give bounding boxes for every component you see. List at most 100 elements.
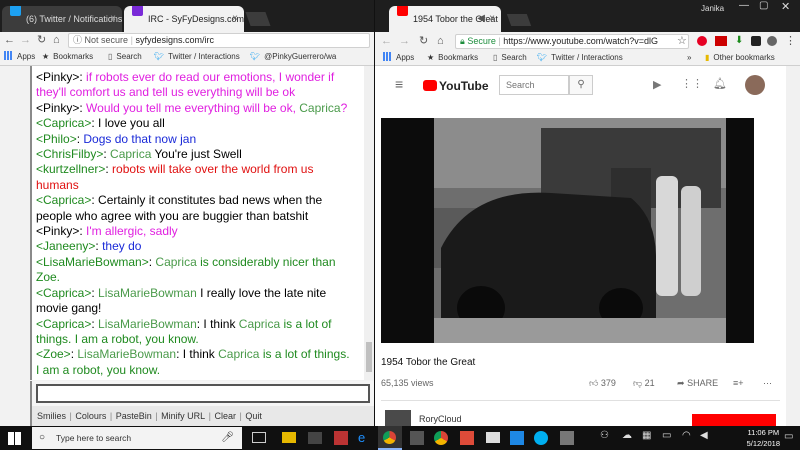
channel-avatar[interactable] (385, 410, 411, 426)
chrome-taskbar-button[interactable] (378, 426, 402, 450)
taskbar-app-icon[interactable] (510, 431, 524, 445)
chat-log: <Pinky>: if robots ever do read our emot… (30, 66, 364, 380)
home-icon[interactable]: ⌂ (53, 32, 60, 48)
avatar[interactable] (745, 75, 765, 95)
more-bookmarks-chevron-icon[interactable]: » (687, 52, 691, 64)
clock-time: 11:06 PM (747, 428, 780, 437)
home-icon[interactable]: ⌂ (437, 33, 444, 49)
chat-scrollbar[interactable] (364, 66, 374, 380)
youtube-logo-icon[interactable] (423, 80, 437, 91)
people-icon[interactable]: ⚇ (600, 430, 609, 450)
forward-arrow-icon[interactable]: → (20, 32, 31, 48)
tab-twitter-notifications[interactable]: (6) Twitter / Notifications × (2, 6, 122, 32)
volume-icon[interactable]: ◀︎ (700, 430, 708, 450)
chat-message: <Pinky>: if robots ever do read our emot… (36, 70, 356, 101)
new-tab-button[interactable] (506, 14, 532, 26)
subscribe-button[interactable] (692, 414, 776, 426)
bookmark-star-icon[interactable]: ☆ (677, 33, 687, 49)
taskbar-app-icon[interactable] (560, 431, 574, 445)
close-window-icon[interactable]: ✕ (781, 0, 790, 13)
minify-url-link[interactable]: Minify URL (161, 411, 205, 421)
dark-extension-icon[interactable] (751, 36, 761, 46)
like-button[interactable]: 👍︎ 379 (589, 378, 616, 389)
bookmark-pinkyguerrero[interactable]: 🐦︎ @PinkyGuerrero/wa (250, 51, 336, 63)
chrome-icon[interactable] (434, 431, 448, 445)
colours-link[interactable]: Colours (75, 411, 106, 421)
notifications-icon[interactable]: ▭ (784, 431, 793, 450)
search-icon[interactable]: ⚲ (569, 75, 593, 95)
chat-message: <Pinky>: I'm allergic, sadly (36, 224, 356, 239)
back-arrow-icon[interactable]: ← (4, 32, 15, 48)
extension-icon[interactable] (767, 36, 777, 46)
minimize-icon[interactable]: — (739, 0, 749, 11)
address-bar[interactable]: ⓘ Not secure | syfydesigns.com/irc (68, 33, 370, 48)
microphone-icon[interactable]: 🎤︎ (221, 427, 234, 449)
bookmark-search[interactable]: ▯ Search (108, 51, 142, 63)
close-tab-icon[interactable]: × (110, 6, 116, 32)
quit-link[interactable]: Quit (245, 411, 262, 421)
taskbar-app-icon[interactable] (410, 431, 424, 445)
pastebin-link[interactable]: PasteBin (116, 411, 152, 421)
chat-message-segment: Caprica (299, 100, 341, 115)
pinterest-extension-icon[interactable] (697, 36, 707, 46)
maximize-icon[interactable]: ▢ (759, 0, 768, 11)
chat-message-input[interactable] (36, 384, 370, 403)
hamburger-menu-icon[interactable]: ≡ (395, 76, 403, 92)
bookmark-search[interactable]: ▯ Search (493, 52, 527, 64)
close-tab-icon[interactable]: × (232, 6, 238, 32)
chat-scroll-thumb[interactable] (366, 342, 372, 372)
taskbar-app-icon[interactable] (308, 432, 322, 444)
network-icon[interactable]: ▦ (642, 430, 651, 450)
more-options-icon[interactable]: ⋯ (763, 378, 772, 389)
irc-browser-window: (6) Twitter / Notifications × IRC - SyFy… (0, 0, 374, 426)
bookmark-bookmarks[interactable]: ★ Bookmarks (42, 51, 93, 63)
battery-icon[interactable]: ▭ (662, 430, 671, 450)
back-arrow-icon[interactable]: ← (381, 33, 392, 49)
add-to-playlist-icon[interactable]: ≡+ (733, 378, 744, 388)
menu-dots-icon[interactable]: ⋮ (785, 33, 796, 49)
bookmark-twitter-interactions[interactable]: 🐦︎ Twitter / Interactions (537, 52, 623, 64)
taskbar-search-box[interactable]: ○ Type here to search 🎤︎ (32, 427, 242, 449)
bookmark-bookmarks[interactable]: ★ Bookmarks (427, 52, 478, 64)
video-player[interactable] (381, 118, 754, 343)
file-explorer-icon[interactable] (282, 432, 296, 443)
reload-icon[interactable]: ↻ (419, 33, 428, 49)
other-bookmarks[interactable]: ▮ Other bookmarks (705, 52, 775, 64)
cloud-icon[interactable]: ☁︎ (622, 430, 632, 450)
edge-icon[interactable]: e (358, 430, 365, 450)
apps-grid-icon[interactable]: ⋮⋮ (681, 77, 703, 90)
address-bar[interactable]: 🔒︎ Secure | https://www.youtube.com/watc… (455, 34, 689, 49)
tab-youtube-video[interactable]: 1954 Tobor the Great ◀︎ × (389, 6, 501, 32)
bookmark-twitter-interactions[interactable]: 🐦︎ Twitter / Interactions (154, 51, 240, 63)
notifications-bell-icon[interactable]: 🔔︎ (713, 77, 727, 90)
new-tab-button[interactable] (245, 12, 271, 26)
dislike-button[interactable]: 👎︎ 21 (633, 378, 655, 389)
system-clock[interactable]: 11:06 PM 5/12/2018 (747, 427, 780, 449)
create-video-icon[interactable]: ▶︎ (653, 78, 661, 91)
taskbar-app-icon[interactable] (334, 431, 348, 445)
smilies-link[interactable]: Smilies (37, 411, 66, 421)
mail-icon[interactable] (486, 432, 500, 443)
wifi-icon[interactable]: ◠ (682, 430, 691, 450)
profile-name[interactable]: Janika (701, 4, 724, 13)
bookmark-apps[interactable]: Apps (383, 52, 414, 64)
chat-message-segment: <Zoe> (36, 347, 71, 362)
forward-arrow-icon[interactable]: → (399, 33, 410, 49)
youtube-search-input[interactable] (499, 75, 569, 95)
windows-start-icon[interactable] (8, 432, 21, 445)
page-scrollbar[interactable] (786, 66, 800, 426)
tab-irc[interactable]: IRC - SyFyDesigns.com × (124, 6, 244, 32)
speaker-icon[interactable]: ◀︎ (477, 6, 485, 32)
task-view-icon[interactable] (252, 432, 266, 443)
channel-name[interactable]: RoryCloud (419, 414, 462, 424)
bookmark-apps[interactable]: Apps (4, 51, 35, 63)
skype-icon[interactable] (534, 431, 548, 445)
close-tab-icon[interactable]: × (489, 6, 495, 32)
youtube-logo-text[interactable]: YouTube (439, 79, 489, 93)
google-plus-icon[interactable] (460, 431, 474, 445)
reload-icon[interactable]: ↻ (37, 32, 46, 48)
download-extension-icon[interactable]: ⬇︎ (735, 35, 743, 46)
clear-link[interactable]: Clear (214, 411, 236, 421)
share-button[interactable]: ➦ SHARE (677, 378, 718, 389)
badge-extension-icon[interactable] (715, 36, 727, 46)
